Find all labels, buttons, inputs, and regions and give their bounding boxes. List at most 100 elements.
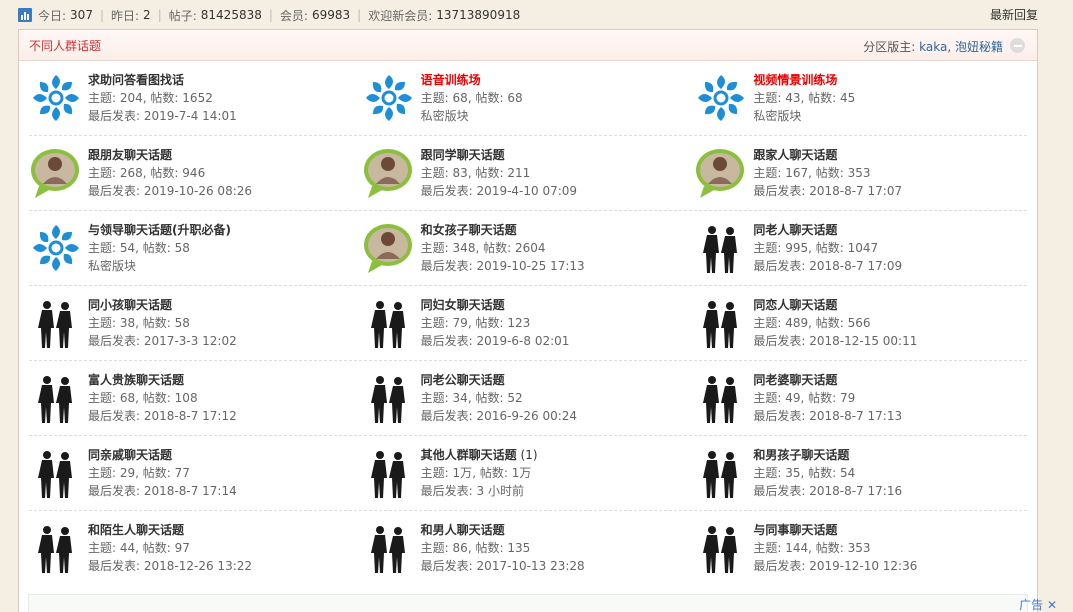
last-post-label: 最后发表:: [420, 184, 473, 198]
silhouette-icon[interactable]: [362, 296, 416, 350]
posts-label: 帖数:: [475, 316, 504, 330]
forum-name-link[interactable]: 与领导聊天话题(升职必备): [88, 223, 231, 237]
last-post-link[interactable]: 2018-8-7 17:16: [809, 484, 902, 498]
photo-bubble-icon[interactable]: [362, 146, 416, 200]
last-post-label: 最后发表:: [753, 559, 806, 573]
latest-reply-link[interactable]: 最新回复: [990, 6, 1038, 23]
posts-label: 帖数:: [142, 391, 171, 405]
topics-label: 主题:: [420, 541, 449, 555]
forum-item: 其他人群聊天话题 (1) 主题: 1万, 帖数: 1万 最后发表: 3 小时前: [362, 436, 695, 511]
moderator-link-2[interactable]: 泡妞秘籍: [955, 40, 1003, 54]
photo-bubble-icon[interactable]: [694, 146, 748, 200]
last-post-link[interactable]: 2019-10-26 08:26: [144, 184, 252, 198]
posts-count: 68: [507, 91, 523, 105]
forum-name-link[interactable]: 和男人聊天话题: [421, 523, 505, 537]
forum-name-link[interactable]: 和男孩子聊天话题: [753, 448, 849, 462]
private-label: 私密版块: [88, 259, 137, 273]
last-post-link[interactable]: 2016-9-26 00:24: [477, 409, 578, 423]
default-forum-icon[interactable]: [29, 71, 83, 125]
posts-count: 2604: [514, 241, 546, 255]
forum-name-link[interactable]: 其他人群聊天话题: [421, 448, 517, 462]
forum-counts: 主题: 489, 帖数: 566: [753, 316, 871, 330]
moderator-link-1[interactable]: kaka: [919, 40, 947, 54]
forum-name-link[interactable]: 和女孩子聊天话题: [421, 223, 517, 237]
last-post: 最后发表: 3 小时前: [421, 482, 538, 500]
newest-member-link[interactable]: 13713890918: [436, 8, 520, 22]
last-post-link[interactable]: 2018-12-15 00:11: [809, 334, 917, 348]
topics-count: 49: [785, 391, 801, 405]
topics-count: 489: [785, 316, 809, 330]
last-post: 最后发表: 2019-6-8 02:01: [421, 332, 570, 350]
default-forum-icon[interactable]: [694, 71, 748, 125]
last-post-label: 最后发表:: [420, 484, 473, 498]
category-title[interactable]: 不同人群话题: [29, 37, 101, 54]
last-post-link[interactable]: 2019-4-10 07:09: [477, 184, 578, 198]
last-post-link[interactable]: 2019-10-25 17:13: [477, 259, 585, 273]
silhouette-icon[interactable]: [694, 446, 748, 500]
silhouette-icon[interactable]: [694, 371, 748, 425]
silhouette-icon[interactable]: [362, 371, 416, 425]
last-post-link[interactable]: 2017-10-13 23:28: [477, 559, 585, 573]
silhouette-icon[interactable]: [29, 296, 83, 350]
default-forum-icon[interactable]: [362, 71, 416, 125]
last-post-label: 最后发表:: [753, 184, 806, 198]
forum-name-link[interactable]: 视频情景训练场: [753, 73, 837, 87]
topics-count: 204: [119, 91, 143, 105]
last-post-link[interactable]: 2018-8-7 17:12: [144, 409, 237, 423]
posts-count: 566: [847, 316, 871, 330]
forum-counts: 主题: 79, 帖数: 123: [420, 316, 531, 330]
silhouette-icon[interactable]: [694, 221, 748, 275]
silhouette-icon[interactable]: [694, 296, 748, 350]
last-post-link[interactable]: 2018-8-7 17:13: [809, 409, 902, 423]
forum-name-link[interactable]: 跟朋友聊天话题: [88, 148, 172, 162]
last-post-link[interactable]: 3 小时前: [477, 484, 524, 498]
forum-counts: 主题: 54, 帖数: 58: [88, 241, 190, 255]
photo-bubble-icon[interactable]: [362, 221, 416, 275]
members-count: 69983: [311, 8, 351, 22]
forum-name-link[interactable]: 语音训练场: [421, 73, 481, 87]
silhouette-icon[interactable]: [29, 521, 83, 575]
last-post-label: 最后发表:: [420, 334, 473, 348]
default-forum-icon[interactable]: [29, 221, 83, 275]
silhouette-icon[interactable]: [29, 446, 83, 500]
silhouette-icon[interactable]: [694, 521, 748, 575]
forum-name-link[interactable]: 跟家人聊天话题: [753, 148, 837, 162]
forum-name-link[interactable]: 同老公聊天话题: [421, 373, 505, 387]
forum-category-panel: 不同人群话题 分区版主: kaka, 泡妞秘籍 求助问答看图找话 主题: 204,…: [18, 29, 1038, 612]
forum-name-link[interactable]: 同老人聊天话题: [753, 223, 837, 237]
forum-name-link[interactable]: 同老婆聊天话题: [753, 373, 837, 387]
last-post-link[interactable]: 2019-12-10 12:36: [809, 559, 917, 573]
forum-counts: 主题: 144, 帖数: 353: [753, 541, 871, 555]
forum-name-link[interactable]: 与同事聊天话题: [753, 523, 837, 537]
forum-name-link[interactable]: 同小孩聊天话题: [88, 298, 172, 312]
silhouette-icon[interactable]: [29, 371, 83, 425]
forum-name-link[interactable]: 同亲戚聊天话题: [88, 448, 172, 462]
last-post-link[interactable]: 2019-6-8 02:01: [477, 334, 570, 348]
forum-name-link[interactable]: 同恋人聊天话题: [753, 298, 837, 312]
posts-count: 108: [174, 391, 198, 405]
collapse-icon[interactable]: [1010, 38, 1025, 53]
topics-label: 主题:: [753, 241, 782, 255]
topics-count: 34: [452, 391, 468, 405]
forum-item: 与同事聊天话题主题: 144, 帖数: 353 最后发表: 2019-12-10 …: [694, 511, 1027, 586]
forum-counts: 主题: 49, 帖数: 79: [753, 391, 856, 405]
silhouette-icon[interactable]: [362, 521, 416, 575]
forum-name-link[interactable]: 富人贵族聊天话题: [88, 373, 184, 387]
last-post-link[interactable]: 2018-12-26 13:22: [144, 559, 252, 573]
last-post-link[interactable]: 2018-8-7 17:14: [144, 484, 237, 498]
last-post-link[interactable]: 2017-3-3 12:02: [144, 334, 237, 348]
last-post-link[interactable]: 2018-8-7 17:09: [809, 259, 902, 273]
last-post-link[interactable]: 2019-7-4 14:01: [144, 109, 237, 123]
forum-name-link[interactable]: 求助问答看图找话: [88, 73, 184, 87]
last-post: 最后发表: 2018-8-7 17:12: [88, 407, 237, 425]
photo-bubble-icon[interactable]: [29, 146, 83, 200]
forum-name-link[interactable]: 同妇女聊天话题: [421, 298, 505, 312]
last-post-label: 最后发表:: [88, 334, 141, 348]
forum-name-link[interactable]: 跟同学聊天话题: [421, 148, 505, 162]
forum-name-link[interactable]: 和陌生人聊天话题: [88, 523, 184, 537]
topics-count: 68: [119, 391, 136, 405]
last-post-link[interactable]: 2018-8-7 17:07: [809, 184, 902, 198]
silhouette-icon[interactable]: [362, 446, 416, 500]
ad-label[interactable]: 广告 ✕: [1019, 596, 1057, 612]
posts-label: 帖数:: [815, 541, 844, 555]
